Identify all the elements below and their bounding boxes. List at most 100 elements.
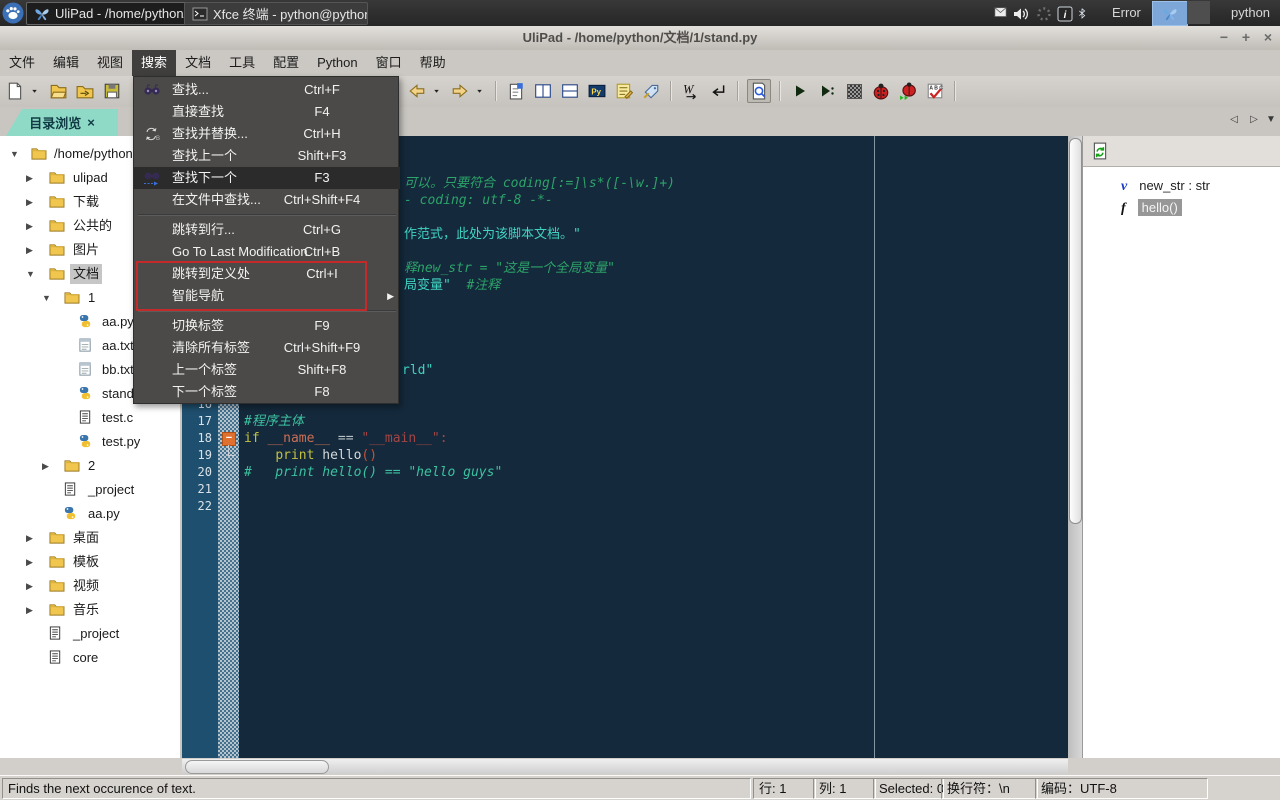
- editor-vertical-scrollbar[interactable]: [1068, 136, 1082, 758]
- tree-item[interactable]: ▶ 音乐: [0, 600, 180, 620]
- tray-indicator-button[interactable]: [1152, 1, 1188, 26]
- tree-item[interactable]: test.c: [0, 408, 180, 428]
- tree-item-label[interactable]: 模板: [70, 552, 102, 572]
- bluetooth-icon[interactable]: [1079, 5, 1089, 21]
- menu-item-切换标签[interactable]: 切换标签F9: [134, 315, 400, 337]
- app-menu-button[interactable]: [2, 2, 24, 24]
- minimize-button[interactable]: −: [1216, 29, 1232, 46]
- menubar-item-文件[interactable]: 文件: [0, 50, 44, 76]
- editor-horizontal-scrollbar[interactable]: [182, 759, 1068, 774]
- toolbar-split-vertical-button[interactable]: [532, 80, 554, 102]
- menubar-item-配置[interactable]: 配置: [264, 50, 308, 76]
- menu-item-查找[interactable]: 查找...Ctrl+F: [134, 79, 400, 101]
- tab-list-dropdown-icon[interactable]: ▼: [1263, 114, 1279, 125]
- tree-expanded-icon[interactable]: ▼: [26, 264, 35, 284]
- menu-item-直接查找[interactable]: 直接查找F4: [134, 101, 400, 123]
- tree-item[interactable]: ▶ 视频: [0, 576, 180, 596]
- tree-collapsed-icon[interactable]: ▶: [26, 240, 33, 260]
- menubar-item-帮助[interactable]: 帮助: [411, 50, 455, 76]
- tree-collapsed-icon[interactable]: ▶: [26, 552, 33, 572]
- tree-collapsed-icon[interactable]: ▶: [26, 528, 33, 548]
- toolbar-dropdown-button[interactable]: [31, 80, 42, 102]
- toolbar-split-horizontal-button[interactable]: [559, 80, 581, 102]
- tree-item-label[interactable]: bb.txt: [99, 360, 137, 380]
- toolbar-word-wrap-button[interactable]: W: [680, 80, 702, 102]
- tree-item[interactable]: test.py: [0, 432, 180, 452]
- tab-scroll-right-icon[interactable]: ▷: [1246, 114, 1262, 125]
- tree-expanded-icon[interactable]: ▼: [42, 288, 51, 308]
- tree-item[interactable]: ▶2: [0, 456, 180, 476]
- tree-item[interactable]: ▶ 桌面: [0, 528, 180, 548]
- tab-directory-browser[interactable]: 目录浏览 ×: [6, 109, 118, 136]
- tree-item-label[interactable]: aa.py: [85, 504, 123, 524]
- menu-item-上一个标签[interactable]: 上一个标签Shift+F8: [134, 359, 400, 381]
- tree-item-label[interactable]: 2: [85, 456, 98, 476]
- toolbar-run-args-button[interactable]: [816, 80, 838, 102]
- window-titlebar[interactable]: UliPad - /home/python/文档/1/stand.py −+×: [0, 26, 1280, 51]
- toolbar-indent-button[interactable]: [707, 80, 729, 102]
- toolbar-notes-button[interactable]: [613, 80, 635, 102]
- tree-collapsed-icon[interactable]: ▶: [26, 600, 33, 620]
- menu-item-跳转到行[interactable]: 跳转到行...Ctrl+G: [134, 219, 400, 241]
- tree-item[interactable]: core: [0, 648, 180, 668]
- tree-item-label[interactable]: aa.py: [99, 312, 137, 332]
- menubar-item-工具[interactable]: 工具: [220, 50, 264, 76]
- menu-item-查找下一个[interactable]: 查找下一个F3: [134, 167, 400, 189]
- toolbar-debug-run-button[interactable]: [897, 80, 919, 102]
- toolbar-tag-button[interactable]: [640, 80, 662, 102]
- toolbar-back-button[interactable]: [406, 80, 428, 102]
- tree-item-label[interactable]: _project: [85, 480, 137, 500]
- tree-item[interactable]: _project: [0, 480, 180, 500]
- tree-item-label[interactable]: _project: [70, 624, 122, 644]
- outline-item-label[interactable]: new_str : str: [1139, 178, 1210, 193]
- toolbar-open-button[interactable]: [47, 80, 69, 102]
- menubar-item-Python[interactable]: Python: [308, 50, 366, 76]
- toolbar-folder-add-button[interactable]: [74, 80, 96, 102]
- toolbar-stop-button[interactable]: [843, 80, 865, 102]
- tree-item-label[interactable]: /home/python: [51, 144, 136, 164]
- task-button[interactable]: Xfce 终端 - python@python...: [184, 2, 368, 25]
- tree-item-label[interactable]: 公共的: [70, 216, 115, 236]
- tree-item-label[interactable]: 文档: [70, 264, 102, 284]
- menu-item-查找并替换[interactable]: B查找并替换...Ctrl+H: [134, 123, 400, 145]
- tree-item-label[interactable]: aa.txt: [99, 336, 137, 356]
- tree-collapsed-icon[interactable]: ▶: [26, 576, 33, 596]
- fold-collapse-icon[interactable]: −: [222, 432, 236, 446]
- maximize-button[interactable]: +: [1238, 29, 1254, 46]
- tree-collapsed-icon[interactable]: ▶: [26, 216, 33, 236]
- tree-item[interactable]: ▶ 模板: [0, 552, 180, 572]
- vscroll-thumb[interactable]: [1069, 138, 1082, 524]
- tree-item-label[interactable]: 音乐: [70, 600, 102, 620]
- menubar-item-窗口[interactable]: 窗口: [367, 50, 411, 76]
- tree-item-label[interactable]: 图片: [70, 240, 102, 260]
- toolbar-new-button[interactable]: [4, 80, 26, 102]
- toolbar-properties-button[interactable]: [505, 80, 527, 102]
- tree-item-label[interactable]: ulipad: [70, 168, 111, 188]
- menu-item-在文件中查找[interactable]: 在文件中查找...Ctrl+Shift+F4: [134, 189, 400, 211]
- tab-close-icon[interactable]: ×: [87, 115, 95, 130]
- tree-item-label[interactable]: 视频: [70, 576, 102, 596]
- menu-item-下一个标签[interactable]: 下一个标签F8: [134, 381, 400, 403]
- task-button[interactable]: UliPad - /home/python/...: [26, 2, 190, 25]
- menubar-item-编辑[interactable]: 编辑: [44, 50, 88, 76]
- tree-expanded-icon[interactable]: ▼: [10, 144, 19, 164]
- hscroll-thumb[interactable]: [185, 760, 329, 774]
- menubar-item-文档[interactable]: 文档: [176, 50, 220, 76]
- menu-item-Go To Last Modification[interactable]: Go To Last ModificationCtrl+B: [134, 241, 400, 263]
- info-icon[interactable]: i: [1057, 6, 1073, 22]
- outline-item-label[interactable]: hello(): [1138, 199, 1182, 216]
- toolbar-forward-button[interactable]: [449, 80, 471, 102]
- spinner-icon[interactable]: [1036, 6, 1052, 22]
- refresh-outline-icon[interactable]: [1091, 142, 1109, 160]
- tree-collapsed-icon[interactable]: ▶: [42, 456, 49, 476]
- tree-collapsed-icon[interactable]: ▶: [26, 168, 33, 188]
- toolbar-debug-button[interactable]: [870, 80, 892, 102]
- tree-item-label[interactable]: test.py: [99, 432, 143, 452]
- toolbar-dropdown-button[interactable]: [433, 80, 444, 102]
- tree-item-label[interactable]: 下载: [70, 192, 102, 212]
- toolbar-dropdown-button[interactable]: [476, 80, 487, 102]
- menu-item-查找上一个[interactable]: 查找上一个Shift+F3: [134, 145, 400, 167]
- tree-item-label[interactable]: 桌面: [70, 528, 102, 548]
- mail-icon[interactable]: [992, 6, 1009, 19]
- toolbar-spell-check-button[interactable]: A B C: [924, 80, 946, 102]
